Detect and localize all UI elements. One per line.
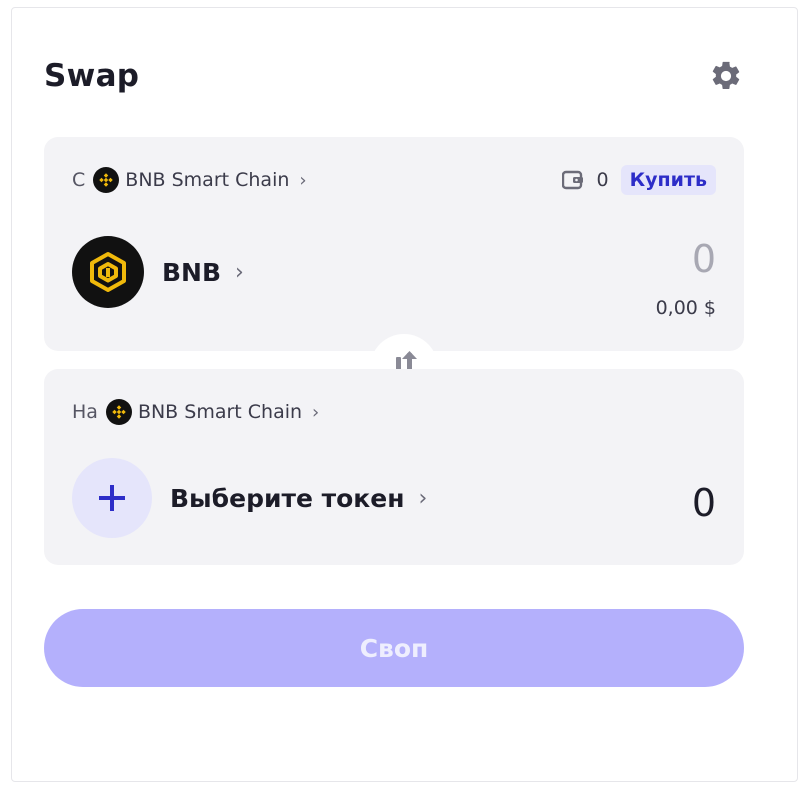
wallet-icon <box>561 168 585 192</box>
from-balance: 0 Купить <box>561 165 716 195</box>
bnb-token-icon <box>72 236 144 308</box>
bnb-chain-icon <box>105 399 132 425</box>
from-prefix-label: С <box>72 169 86 191</box>
to-panel: На BNB Smart Chain › Выберите токен › <box>44 369 744 565</box>
chevron-right-icon: › <box>235 259 244 285</box>
select-token-label: Выберите токен <box>170 483 405 513</box>
to-token-selector[interactable]: Выберите токен › <box>72 458 427 538</box>
bnb-chain-icon <box>93 167 120 193</box>
plus-icon <box>72 458 152 538</box>
from-chain-selector[interactable]: С BNB Smart Chain › <box>72 167 307 193</box>
chevron-right-icon: › <box>312 401 320 423</box>
buy-button[interactable]: Купить <box>620 165 716 195</box>
from-token-selector[interactable]: BNB › <box>72 236 244 308</box>
balance-value: 0 <box>596 169 609 191</box>
swap-header: Swap <box>44 54 744 98</box>
from-amount-input[interactable] <box>516 237 716 281</box>
to-amount-input[interactable] <box>516 481 716 525</box>
to-prefix-label: На <box>72 401 98 423</box>
swap-submit-button[interactable]: Своп <box>44 609 744 687</box>
from-panel: С BNB Smart Chain › 0 Купить BNB › 0 0,0… <box>44 137 744 351</box>
to-chain-label: BNB Smart Chain <box>137 401 303 423</box>
page-title: Swap <box>44 58 140 94</box>
from-chain-label: BNB Smart Chain <box>125 169 290 191</box>
to-chain-selector[interactable]: На BNB Smart Chain › <box>72 399 319 425</box>
usd-value: 0,00 $ <box>655 297 716 319</box>
chevron-right-icon: › <box>299 169 307 191</box>
chevron-right-icon: › <box>418 485 428 511</box>
from-token-label: BNB <box>162 257 222 287</box>
gear-icon[interactable] <box>708 58 744 94</box>
